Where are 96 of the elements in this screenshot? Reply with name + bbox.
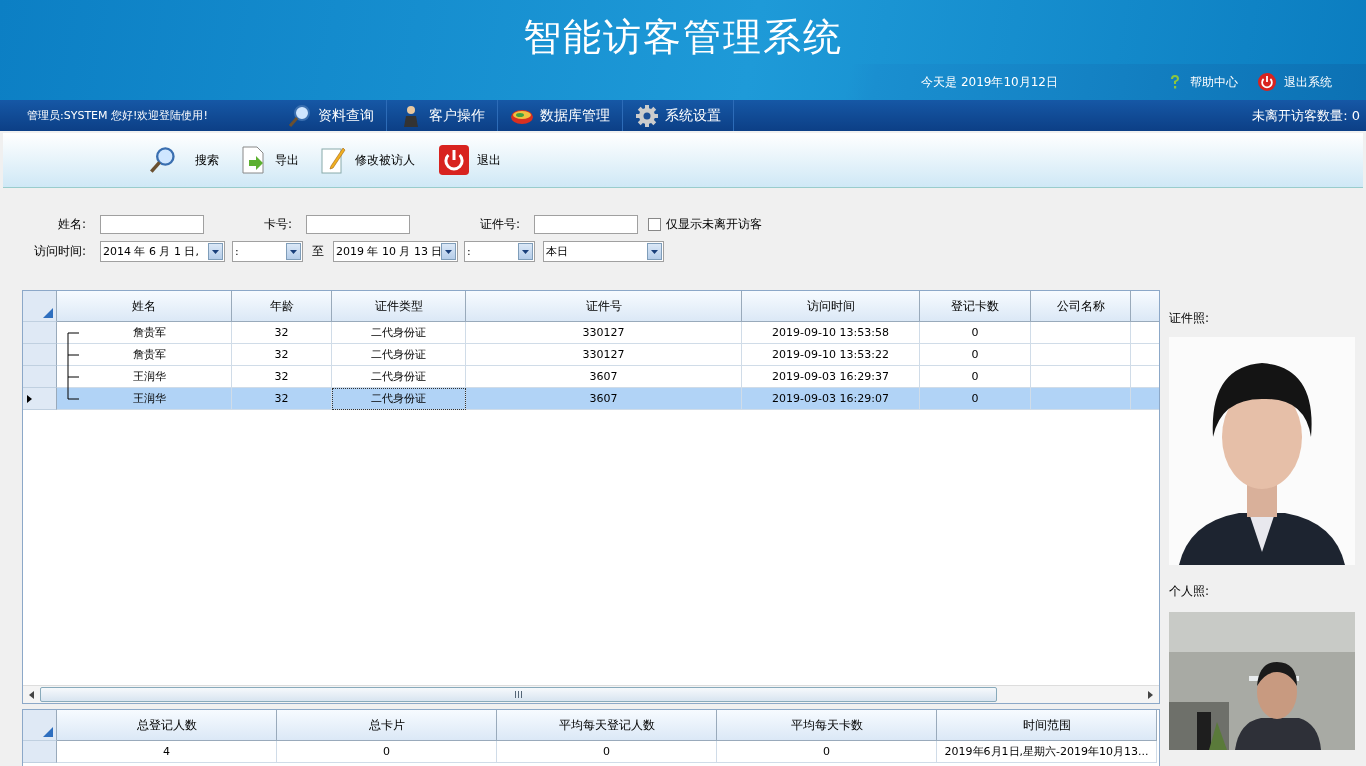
column-header[interactable]: 年龄 (232, 291, 332, 322)
table-cell: 330127 (466, 322, 742, 344)
table-cell: 330127 (466, 344, 742, 366)
column-header[interactable]: 姓名 (57, 291, 232, 322)
name-field[interactable] (100, 215, 204, 234)
id-field[interactable] (534, 215, 638, 234)
table-cell: 32 (232, 322, 332, 344)
scroll-thumb[interactable] (40, 687, 997, 702)
power-icon (1258, 73, 1276, 91)
export-icon (239, 146, 267, 174)
caret-icon (522, 249, 529, 254)
dropdown-arrow-button[interactable] (208, 243, 223, 260)
range-dropdown[interactable]: 本日 (543, 241, 664, 262)
gear-icon (635, 103, 659, 128)
help-icon (1168, 74, 1182, 90)
column-header[interactable]: 证件号 (466, 291, 742, 322)
grip-icon (515, 691, 522, 698)
table-cell: 3607 (466, 388, 742, 410)
field-label: 证件号: (478, 216, 520, 233)
checkbox[interactable] (648, 218, 661, 231)
menu-item[interactable]: 客户操作 (387, 100, 498, 131)
right-arrow-icon (1148, 690, 1153, 699)
table-cell: 0 (920, 388, 1031, 410)
column-header[interactable]: 证件类型 (332, 291, 466, 322)
search-icon (288, 103, 312, 128)
app-title: 智能访客管理系统 (523, 14, 843, 61)
column-header[interactable]: 平均每天登记人数 (497, 710, 717, 741)
caret-icon (445, 249, 452, 254)
table-cell: 二代身份证 (332, 344, 466, 366)
date-text: 今天是 2019年10月12日 (921, 73, 1058, 91)
date-picker[interactable]: 2014 年 6 月 1 日, (100, 241, 225, 262)
header-link[interactable]: 退出系统 (1258, 73, 1332, 91)
checkbox-label: 仅显示未离开访客 (666, 216, 762, 233)
field-label: 姓名: (56, 216, 86, 233)
card-field[interactable] (306, 215, 410, 234)
table-cell: 2019-09-03 16:29:07 (742, 388, 920, 410)
column-header[interactable] (1131, 291, 1159, 322)
search-icon (149, 146, 177, 174)
table-cell: 0 (717, 741, 937, 763)
column-header[interactable]: 登记卡数 (920, 291, 1031, 322)
table-cell (1131, 388, 1159, 410)
time-picker[interactable]: : (464, 241, 535, 262)
dropdown-arrow-button[interactable] (518, 243, 533, 260)
table-cell: 詹贵军 (87, 322, 232, 344)
time-picker[interactable]: : (232, 241, 303, 262)
table-cell: 0 (920, 322, 1031, 344)
toolbar-button[interactable]: 修改被访人 (319, 146, 415, 174)
field-label: 访问时间: (32, 243, 86, 260)
photo-label: 个人照: (1169, 582, 1210, 600)
table-cell: 2019-09-10 13:53:22 (742, 344, 920, 366)
row-pointer-icon (27, 395, 32, 403)
caret-icon (212, 249, 219, 254)
column-header[interactable]: 平均每天卡数 (717, 710, 937, 741)
left-arrow-icon (29, 690, 34, 699)
table-cell: 32 (232, 388, 332, 410)
header-link[interactable]: 帮助中心 (1168, 73, 1238, 91)
table-cell: 詹贵军 (87, 344, 232, 366)
corner-triangle-icon (43, 727, 53, 737)
table-cell: 32 (232, 344, 332, 366)
row-header[interactable] (23, 388, 57, 410)
column-header[interactable]: 总登记人数 (57, 710, 277, 741)
table-cell: 0 (920, 344, 1031, 366)
to-label: 至 (311, 243, 325, 260)
table-cell: 王润华 (87, 388, 232, 410)
table-cell: 4 (57, 741, 277, 763)
horizontal-scrollbar[interactable] (23, 685, 1159, 703)
table-cell: 0 (497, 741, 717, 763)
visitor-count: 未离开访客数量: 0 (1252, 106, 1361, 125)
greeting-text: 管理员:SYSTEM 您好!欢迎登陆使用! (26, 108, 209, 123)
caret-icon (651, 249, 658, 254)
table-cell: 0 (277, 741, 497, 763)
toolbar-button[interactable]: 退出 (439, 145, 501, 175)
date-picker[interactable]: 2019 年 10 月 13 日 (333, 241, 458, 262)
field-label: 卡号: (262, 216, 292, 233)
table-cell: 二代身份证 (332, 388, 466, 410)
column-header[interactable]: 公司名称 (1031, 291, 1131, 322)
column-header[interactable]: 总卡片 (277, 710, 497, 741)
photo-label: 证件照: (1169, 309, 1210, 327)
corner-triangle-icon (43, 308, 53, 318)
tree-line (57, 344, 87, 366)
toolbar-button[interactable]: 导出 (239, 146, 299, 174)
menu-item[interactable]: 资料查询 (276, 100, 387, 131)
table-cell: 二代身份证 (332, 322, 466, 344)
power-icon (439, 145, 469, 175)
menu-item[interactable]: 系统设置 (623, 100, 734, 131)
menu-item[interactable]: 数据库管理 (498, 100, 623, 131)
toolbar-button[interactable]: 搜索 (149, 146, 219, 174)
edit-icon (319, 146, 347, 174)
dropdown-arrow-button[interactable] (441, 243, 456, 260)
table-cell: 2019年6月1日,星期六-2019年10月13... (937, 741, 1157, 763)
column-header[interactable]: 访问时间 (742, 291, 920, 322)
caret-icon (290, 249, 297, 254)
column-header[interactable]: 时间范围 (937, 710, 1157, 741)
table-cell: 2019-09-10 13:53:58 (742, 322, 920, 344)
dropdown-arrow-button[interactable] (647, 243, 662, 260)
dropdown-arrow-button[interactable] (286, 243, 301, 260)
